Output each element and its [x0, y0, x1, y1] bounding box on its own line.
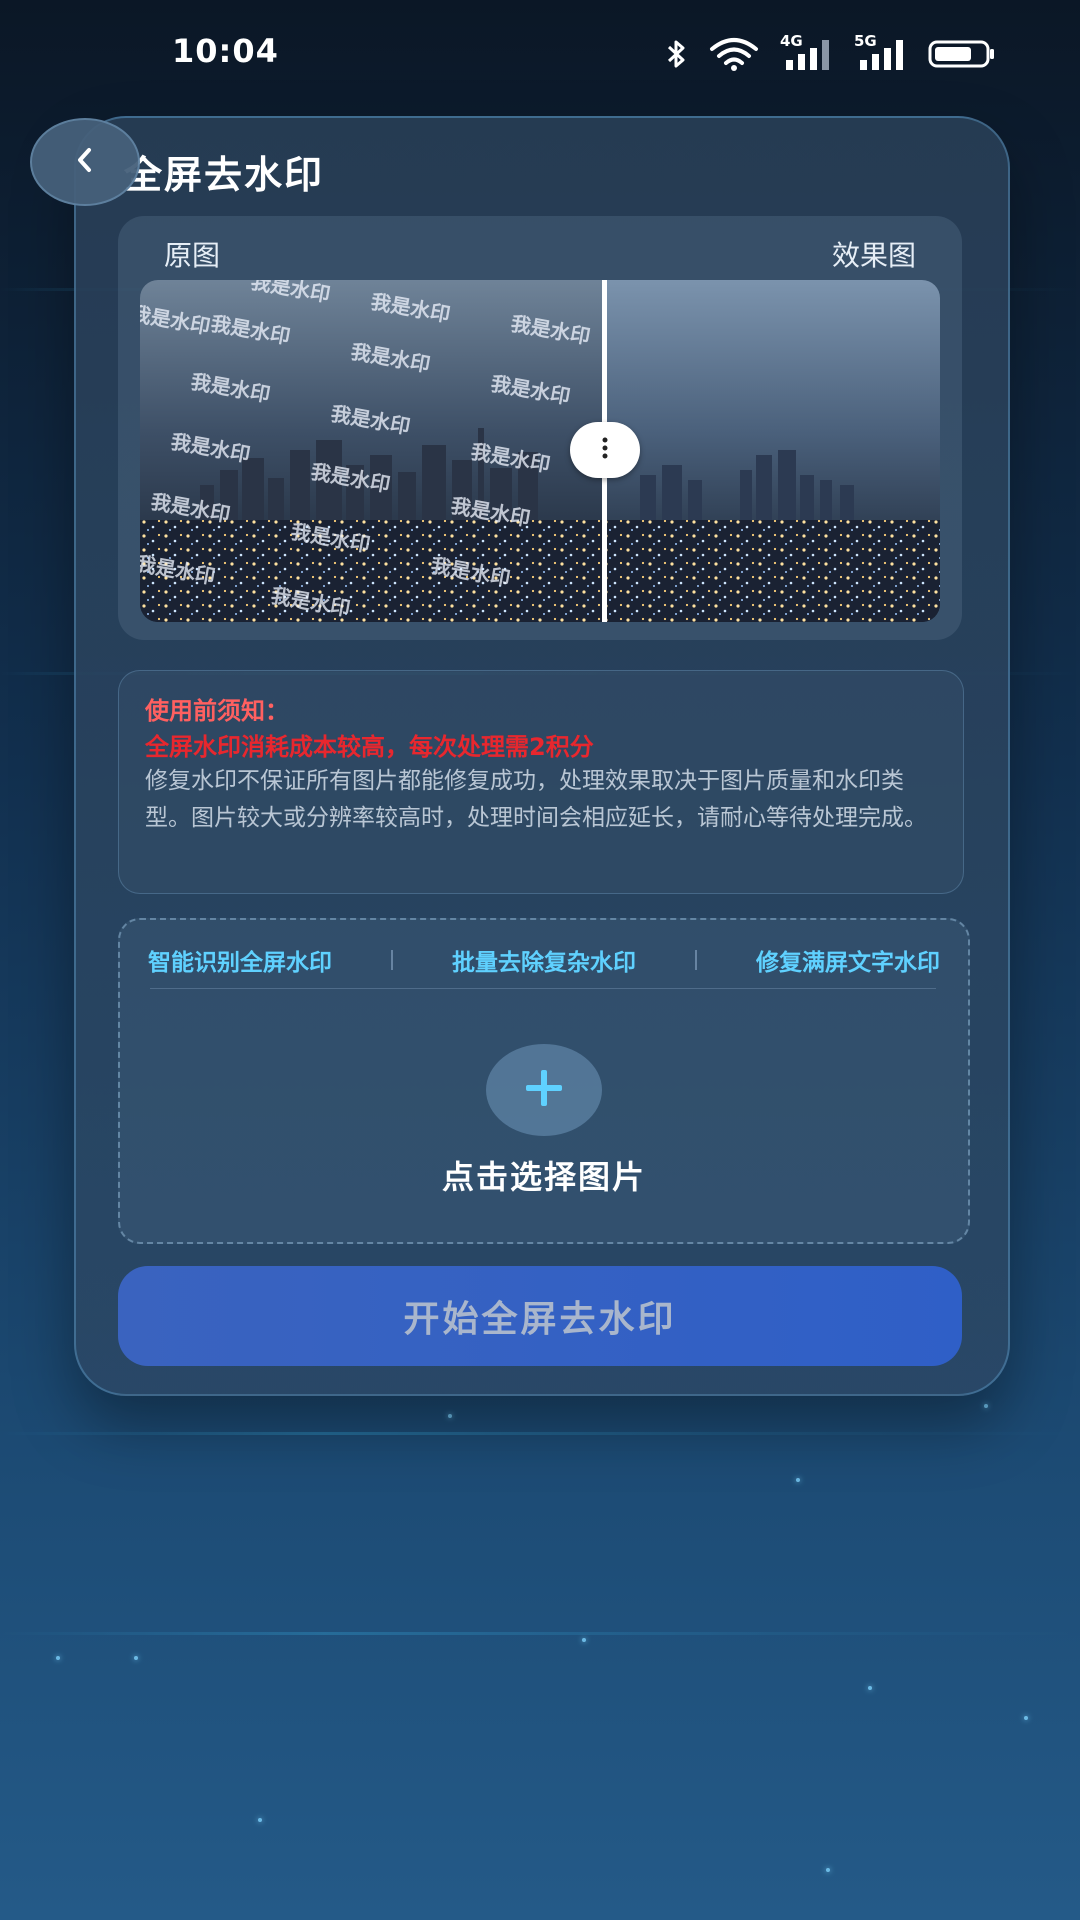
result-label: 效果图	[831, 239, 916, 272]
background-star	[868, 1686, 872, 1690]
notice-body: 修复水印不保证所有图片都能修复成功，处理效果取决于图片质量和水印类型。图片较大或…	[145, 768, 927, 831]
background-star	[826, 1868, 830, 1872]
features-row: 智能识别全屏水印 批量去除复杂水印 修复满屏文字水印	[148, 942, 940, 978]
status-time: 10:04	[172, 32, 279, 70]
status-icons: 4G 5G	[666, 32, 996, 72]
signal-5g-icon: 5G	[854, 32, 908, 72]
background-star	[56, 1656, 60, 1660]
background-star	[582, 1638, 586, 1642]
chevron-left-icon	[73, 145, 97, 179]
bluetooth-icon	[666, 38, 688, 70]
feature-separator	[695, 950, 697, 970]
start-button[interactable]: 开始全屏去水印	[118, 1266, 962, 1366]
status-bar: 10:04 4G 5G	[0, 0, 1080, 110]
divider	[150, 988, 936, 989]
add-image-button[interactable]	[486, 1044, 602, 1136]
feature-item: 批量去除复杂水印	[452, 950, 636, 976]
compare-panel: 原图 效果图 我是水印 我是水印 我是水印 我是水印 我是水印 我是水印 我是水…	[118, 216, 962, 640]
compare-slider-handle[interactable]	[570, 422, 640, 478]
feature-item: 智能识别全屏水印	[148, 950, 332, 976]
background-star	[134, 1656, 138, 1660]
notice-cost: 全屏水印消耗成本较高，每次处理需2积分	[145, 733, 594, 761]
background-star	[984, 1404, 988, 1408]
battery-icon	[928, 39, 996, 69]
background-glow-line	[0, 1632, 1080, 1635]
city-night-image: 我是水印 我是水印 我是水印 我是水印 我是水印 我是水印 我是水印 我是水印 …	[140, 280, 940, 622]
back-button[interactable]	[30, 118, 140, 206]
feature-item: 修复满屏文字水印	[756, 950, 940, 976]
notice-title: 使用前须知：	[145, 697, 289, 725]
drag-handle-icon	[600, 436, 610, 464]
upload-zone[interactable]: 智能识别全屏水印 批量去除复杂水印 修复满屏文字水印 点击选择图片	[118, 918, 970, 1244]
page-title: 全屏去水印	[124, 153, 325, 197]
background-star	[796, 1478, 800, 1482]
background-glow-line	[0, 1432, 1080, 1435]
notice-box: 使用前须知： 全屏水印消耗成本较高，每次处理需2积分 修复水印不保证所有图片都能…	[118, 670, 964, 894]
select-image-label: 点击选择图片	[441, 1158, 646, 1196]
compare-image: 我是水印 我是水印 我是水印 我是水印 我是水印 我是水印 我是水印 我是水印 …	[140, 280, 940, 622]
background-star	[1024, 1716, 1028, 1720]
wifi-icon	[708, 37, 760, 71]
feature-separator	[391, 950, 393, 970]
background-star	[258, 1818, 262, 1822]
original-label: 原图	[164, 239, 221, 272]
background-star	[448, 1414, 452, 1418]
plus-icon	[522, 1066, 566, 1114]
signal-4g-icon: 4G	[780, 32, 834, 72]
